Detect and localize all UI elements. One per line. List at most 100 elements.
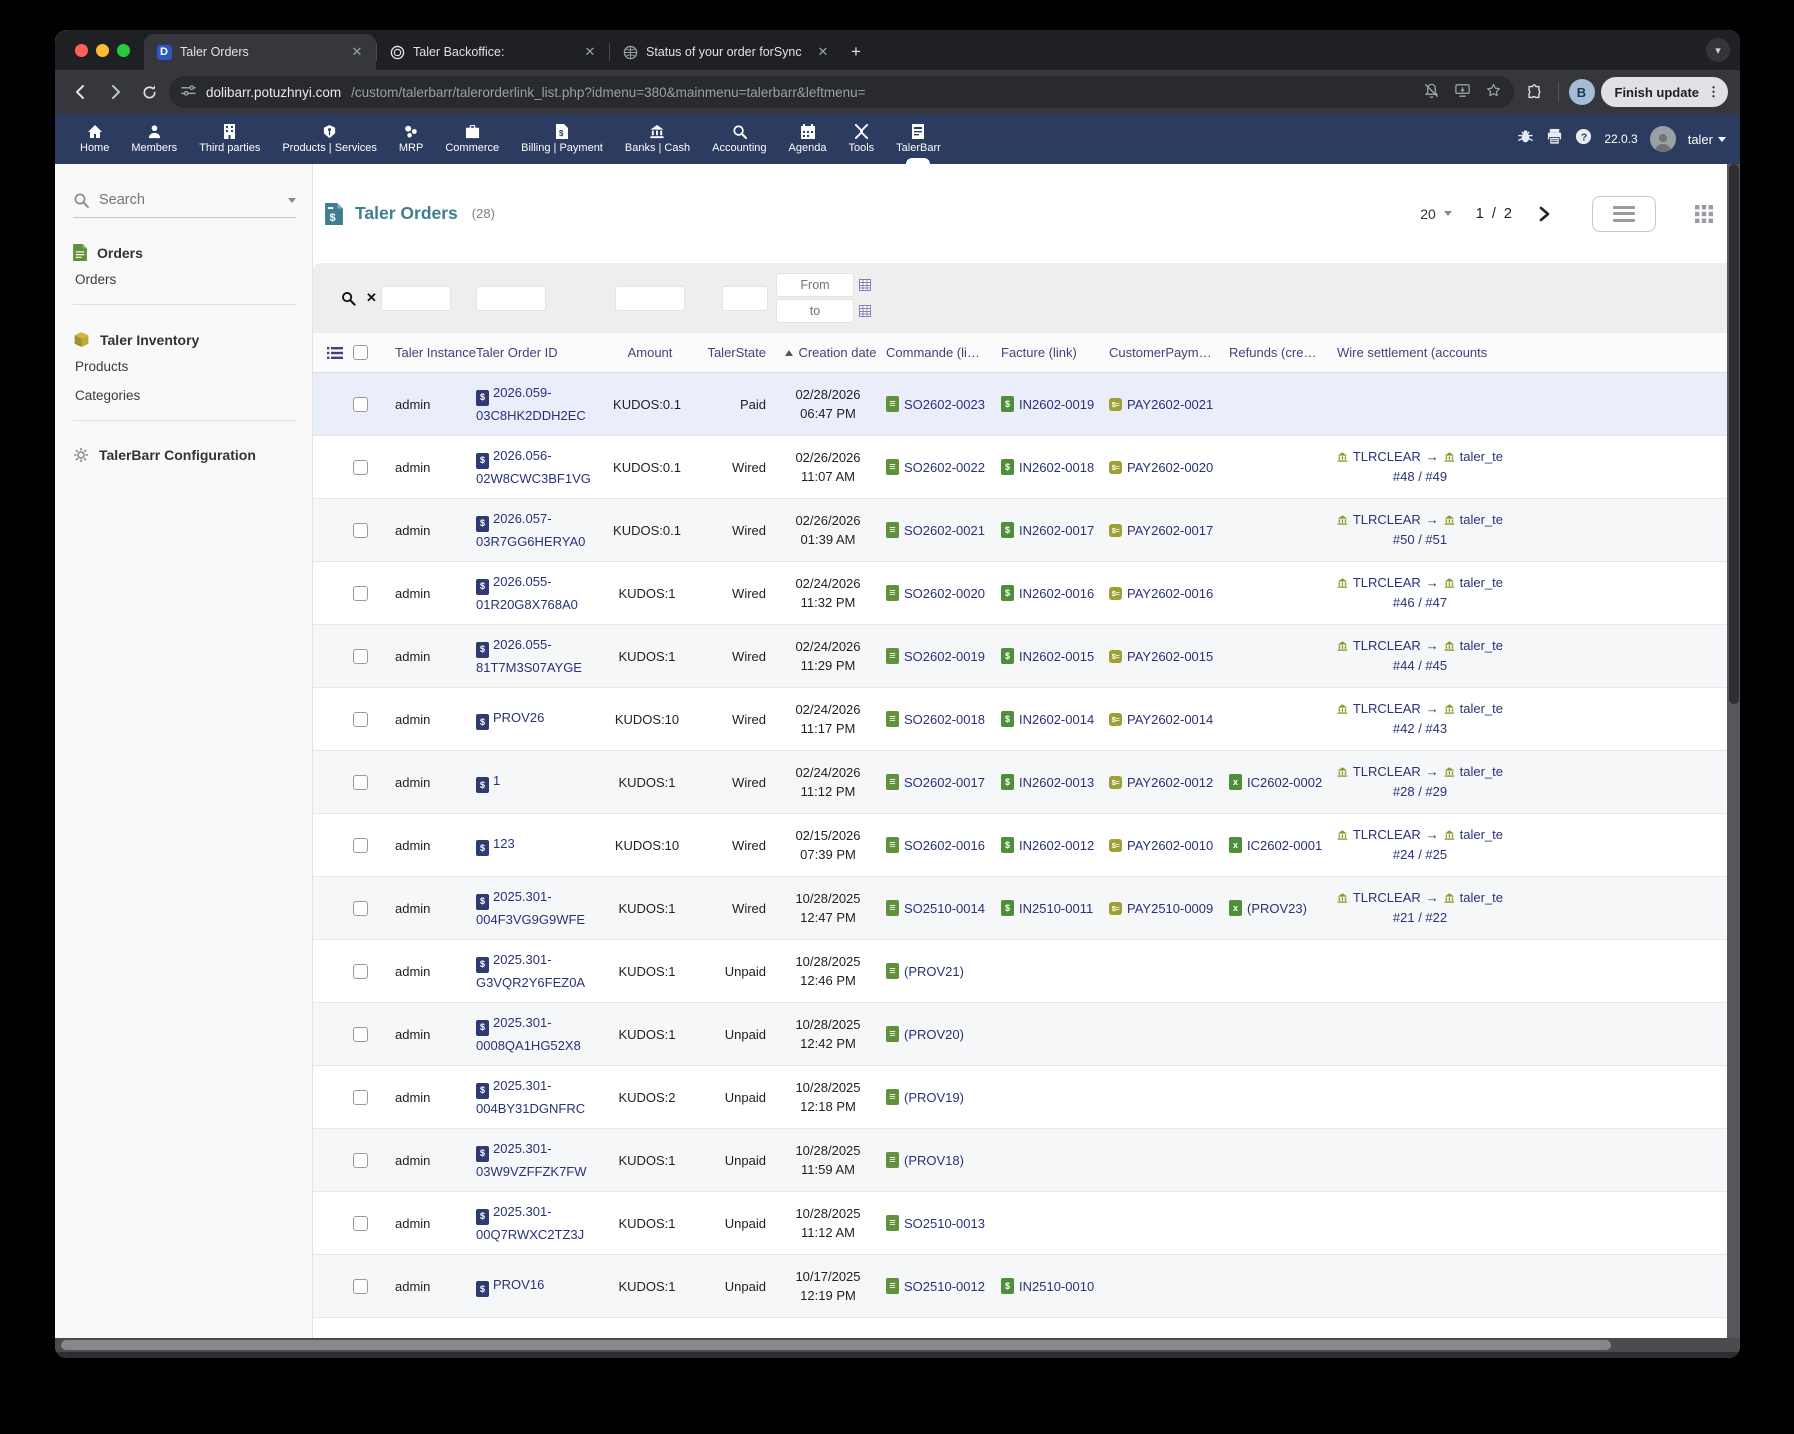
horizontal-scrollbar-thumb[interactable]	[61, 1340, 1611, 1350]
user-avatar[interactable]	[1650, 126, 1676, 152]
commande-cell[interactable]: SO2602-0023	[886, 396, 1001, 412]
row-checkbox[interactable]	[353, 460, 368, 475]
col-customer-payment[interactable]: CustomerPaym…	[1109, 345, 1229, 360]
row-checkbox[interactable]	[353, 1090, 368, 1105]
commande-cell[interactable]: SO2510-0014	[886, 900, 1001, 916]
facture-cell[interactable]: IN2602-0014	[1001, 711, 1109, 727]
wire-settlement-cell[interactable]: TLRCLEAR taler_te #21 / #22	[1337, 888, 1509, 928]
table-row[interactable]: admin PROV16 KUDOS:1 Unpaid 10/17/202512…	[313, 1255, 1740, 1318]
refund-cell[interactable]: IC2602-0001	[1229, 837, 1337, 853]
user-menu[interactable]: taler	[1688, 132, 1726, 147]
refund-cell[interactable]: (PROV23)	[1229, 900, 1337, 916]
customer-payment-cell[interactable]: PAY2602-0016	[1109, 586, 1229, 601]
commande-cell[interactable]: SO2602-0020	[886, 585, 1001, 601]
print-icon[interactable]	[1546, 128, 1563, 150]
col-wire-settlement[interactable]: Wire settlement (accounts	[1337, 345, 1509, 360]
row-checkbox[interactable]	[353, 1216, 368, 1231]
table-row[interactable]: admin PROV26 KUDOS:10 Wired 02/24/202611…	[313, 688, 1740, 751]
row-checkbox[interactable]	[353, 523, 368, 538]
install-app-icon[interactable]	[1454, 82, 1471, 102]
commande-cell[interactable]: SO2602-0021	[886, 522, 1001, 538]
customer-payment-cell[interactable]: PAY2602-0021	[1109, 397, 1229, 412]
tab-order-status[interactable]: Status of your order forSync ✕	[610, 34, 842, 70]
close-tab-icon[interactable]: ✕	[814, 43, 832, 61]
close-tab-icon[interactable]: ✕	[348, 43, 366, 61]
nav-commerce[interactable]: Commerce	[434, 114, 510, 164]
vertical-scrollbar-thumb[interactable]	[1729, 164, 1739, 704]
wire-settlement-cell[interactable]: TLRCLEAR taler_te #44 / #45	[1337, 636, 1509, 676]
col-amount[interactable]: Amount	[606, 345, 694, 360]
filter-date-to-input[interactable]	[776, 299, 854, 323]
order-id-cell[interactable]: 2026.059-03C8HK2DDH2EC	[476, 383, 606, 425]
wire-settlement-cell[interactable]: TLRCLEAR taler_te #48 / #49	[1337, 447, 1509, 487]
tab-taler-orders[interactable]: D Taler Orders ✕	[144, 34, 376, 70]
nav-banks-cash[interactable]: Banks | Cash	[614, 114, 701, 164]
next-page-button[interactable]	[1536, 205, 1552, 223]
row-checkbox[interactable]	[353, 586, 368, 601]
wire-settlement-cell[interactable]: TLRCLEAR taler_te #50 / #51	[1337, 510, 1509, 550]
customer-payment-cell[interactable]: PAY2602-0014	[1109, 712, 1229, 727]
row-checkbox[interactable]	[353, 649, 368, 664]
facture-cell[interactable]: IN2602-0013	[1001, 774, 1109, 790]
order-id-cell[interactable]: 2025.301-0008QA1HG52X8	[476, 1013, 606, 1055]
facture-cell[interactable]: IN2602-0017	[1001, 522, 1109, 538]
nav-mrp[interactable]: MRP	[388, 114, 434, 164]
commande-cell[interactable]: SO2602-0019	[886, 648, 1001, 664]
table-row[interactable]: admin 2025.301-00Q7RWXC2TZ3J KUDOS:1 Unp…	[313, 1192, 1740, 1255]
nav-billing-payment[interactable]: $ Billing | Payment	[510, 114, 614, 164]
reload-button[interactable]	[135, 78, 163, 106]
calendar-icon[interactable]	[859, 305, 871, 317]
back-button[interactable]	[67, 78, 95, 106]
commande-cell[interactable]: SO2602-0018	[886, 711, 1001, 727]
facture-cell[interactable]: IN2510-0011	[1001, 900, 1109, 916]
finish-update-button[interactable]: Finish update ⋮	[1601, 77, 1729, 107]
col-taler-instance[interactable]: Taler Instance	[381, 345, 476, 360]
facture-cell[interactable]: IN2602-0018	[1001, 459, 1109, 475]
sidebar-item-products[interactable]: Products	[73, 352, 296, 381]
new-tab-button[interactable]: +	[842, 38, 870, 66]
sidebar-item-categories[interactable]: Categories	[73, 381, 296, 410]
bookmark-star-icon[interactable]	[1485, 82, 1502, 102]
customer-payment-cell[interactable]: PAY2602-0020	[1109, 460, 1229, 475]
table-row[interactable]: admin 2026.059-03C8HK2DDH2EC KUDOS:0.1 P…	[313, 373, 1740, 436]
refund-cell[interactable]: IC2602-0002	[1229, 774, 1337, 790]
filter-state-input[interactable]	[722, 286, 768, 311]
table-row[interactable]: admin PROV15 KUDOS:1 Wired 10/17/2025 SO…	[313, 1318, 1740, 1338]
order-id-cell[interactable]: PROV16	[476, 1275, 606, 1298]
chevron-down-icon[interactable]	[288, 198, 296, 203]
table-row[interactable]: admin 2026.057-03R7GG6HERYA0 KUDOS:0.1 W…	[313, 499, 1740, 562]
order-id-cell[interactable]: 2026.055-81T7M3S07AYGE	[476, 635, 606, 677]
filter-instance-input[interactable]	[381, 286, 451, 311]
table-row[interactable]: admin 2025.301-03W9VZFFZK7FW KUDOS:1 Unp…	[313, 1129, 1740, 1192]
col-commande[interactable]: Commande (li…	[886, 345, 1001, 360]
commande-cell[interactable]: (PROV20)	[886, 1026, 1001, 1042]
calendar-icon[interactable]	[859, 279, 871, 291]
row-checkbox[interactable]	[353, 901, 368, 916]
col-facture[interactable]: Facture (link)	[1001, 345, 1109, 360]
customer-payment-cell[interactable]: PAY2602-0015	[1109, 649, 1229, 664]
sidebar-section-talerbarr-configuration[interactable]: TalerBarr Configuration	[73, 443, 296, 467]
nav-tools[interactable]: Tools	[837, 114, 885, 164]
wire-settlement-cell[interactable]: TLRCLEAR taler_te #42 / #43	[1337, 699, 1509, 739]
window-controls[interactable]	[55, 30, 144, 70]
commande-cell[interactable]: SO2602-0017	[886, 774, 1001, 790]
notifications-blocked-icon[interactable]	[1423, 82, 1440, 102]
vertical-scrollbar[interactable]	[1727, 164, 1740, 1338]
order-id-cell[interactable]: 2025.301-004BY31DGNFRC	[476, 1076, 606, 1118]
nav-home[interactable]: Home	[69, 114, 120, 164]
wire-settlement-cell[interactable]: TLRCLEAR taler_te #28 / #29	[1337, 762, 1509, 802]
filter-date-from-input[interactable]	[776, 273, 854, 297]
col-refunds[interactable]: Refunds (cre…	[1229, 345, 1337, 360]
wire-settlement-cell[interactable]: TLRCLEAR taler_te #24 / #25	[1337, 825, 1509, 865]
bug-report-icon[interactable]	[1517, 128, 1534, 150]
table-row[interactable]: admin 2026.055-01R20G8X768A0 KUDOS:1 Wir…	[313, 562, 1740, 625]
table-row[interactable]: admin 2025.301-0008QA1HG52X8 KUDOS:1 Unp…	[313, 1003, 1740, 1066]
search-input[interactable]	[99, 192, 278, 208]
table-row[interactable]: admin 2025.301-004F3VG9G9WFE KUDOS:1 Wir…	[313, 877, 1740, 940]
order-id-cell[interactable]: PROV26	[476, 708, 606, 731]
grid-view-button[interactable]	[1694, 204, 1714, 224]
sidebar-section-orders[interactable]: Orders	[73, 240, 296, 265]
commande-cell[interactable]: SO2602-0022	[886, 459, 1001, 475]
address-bar[interactable]: dolibarr.potuzhnyi.com/custom/talerbarr/…	[169, 76, 1514, 108]
tab-search-button[interactable]: ▾	[1706, 38, 1730, 62]
